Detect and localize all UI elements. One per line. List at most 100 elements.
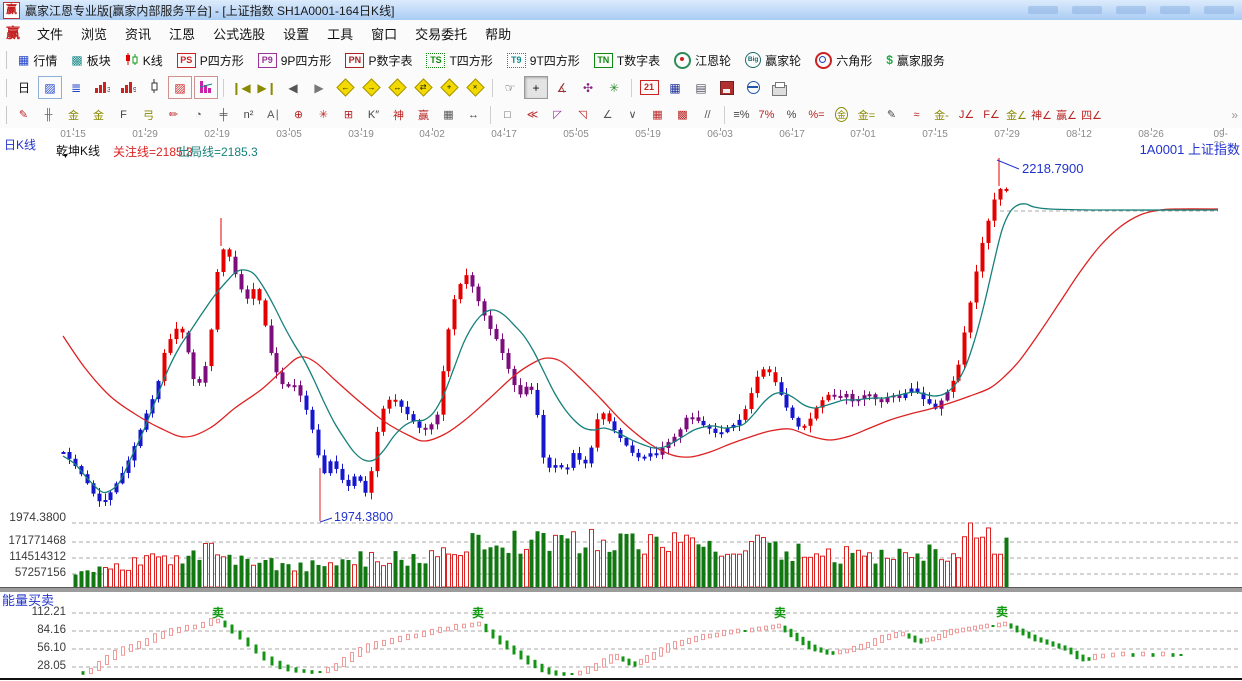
draw-tool-button[interactable]: n² bbox=[237, 103, 260, 126]
draw-tool-button[interactable]: ⊕ bbox=[287, 103, 310, 126]
toolbar-button-save[interactable] bbox=[715, 76, 739, 99]
draw-tool-button[interactable]: ✳ bbox=[312, 103, 335, 126]
toolbar-button-nav-last[interactable]: ▶❙ bbox=[255, 76, 279, 99]
toolbar-button-nav-first[interactable]: ❙◀ bbox=[229, 76, 253, 99]
draw-tool-button[interactable]: // bbox=[696, 103, 719, 126]
toolbar-button-net-update[interactable] bbox=[741, 76, 765, 99]
draw-tool-button[interactable]: 神 bbox=[387, 103, 410, 126]
draw-tool-button[interactable]: ▦ bbox=[437, 103, 460, 126]
draw-tool-button[interactable]: 赢 bbox=[412, 103, 435, 126]
draw-tool-button[interactable]: ∨ bbox=[621, 103, 644, 126]
draw-tool-button[interactable]: ▦ bbox=[646, 103, 669, 126]
toolbar-button-qiankun-toggle[interactable]: ▨ bbox=[168, 76, 192, 99]
draw-tool-button[interactable]: ✎ bbox=[880, 103, 903, 126]
draw-tool-button[interactable]: ≪ bbox=[521, 103, 544, 126]
draw-tool-button[interactable]: 弓 bbox=[137, 103, 160, 126]
menu-item-0[interactable]: 文件 bbox=[28, 21, 72, 46]
toolbar-button-zoom-left[interactable]: ← bbox=[333, 76, 357, 99]
toolbar-button-nav-prev[interactable]: ◀ bbox=[281, 76, 305, 99]
draw-tool-button[interactable]: ◔ bbox=[187, 103, 210, 126]
draw-tool-button[interactable]: ◹ bbox=[571, 103, 594, 126]
draw-tool-button[interactable]: F bbox=[112, 103, 135, 126]
draw-tool-button[interactable]: 四∠ bbox=[1080, 103, 1103, 126]
menu-item-4[interactable]: 公式选股 bbox=[204, 21, 274, 46]
toolbar-button-crosshair-tool[interactable]: + bbox=[524, 76, 548, 99]
menu-item-2[interactable]: 资讯 bbox=[116, 21, 160, 46]
toolbar-button-calendar-21[interactable]: 21 bbox=[637, 76, 661, 99]
toolbar-button-kline[interactable]: K线 bbox=[118, 50, 170, 71]
draw-tool-button[interactable]: ≡% bbox=[730, 103, 753, 126]
toolbar-button-sectors[interactable]: ▩板块 bbox=[64, 50, 117, 71]
draw-tool-button[interactable]: 神∠ bbox=[1030, 103, 1053, 126]
toolbar-button-9p-square[interactable]: P99P四方形 bbox=[251, 50, 339, 71]
titlebar-faint-button[interactable] bbox=[1204, 6, 1234, 14]
toolbar-button-volume-style[interactable] bbox=[194, 76, 218, 99]
draw-tool-button[interactable]: 7% bbox=[755, 103, 778, 126]
draw-tool-button[interactable]: ✏ bbox=[162, 103, 185, 126]
titlebar-faint-button[interactable] bbox=[1160, 6, 1190, 14]
toolbar-button-9t-square[interactable]: T99T四方形 bbox=[500, 50, 587, 71]
toolbar-button-bars-3[interactable]: 3 bbox=[90, 76, 114, 99]
draw-tool-button[interactable]: ▩ bbox=[671, 103, 694, 126]
toolbar-button-bars-9[interactable]: 9 bbox=[116, 76, 140, 99]
menu-item-5[interactable]: 设置 bbox=[274, 21, 318, 46]
draw-tool-button[interactable]: ⊞ bbox=[337, 103, 360, 126]
toolbar-button-p-number[interactable]: PNP数字表 bbox=[338, 50, 419, 71]
draw-tool-button[interactable]: ╫ bbox=[37, 103, 60, 126]
toolbar-button-zoom-out[interactable]: × bbox=[463, 76, 487, 99]
toolbar-button-calculator[interactable]: ▦ bbox=[663, 76, 687, 99]
toolbar-button-gann-wheel[interactable]: 江恩轮 bbox=[667, 50, 738, 71]
toolbar-button-p-square[interactable]: PSP四方形 bbox=[170, 50, 251, 71]
titlebar-faint-button[interactable] bbox=[1072, 6, 1102, 14]
draw-tool-button[interactable]: ∠ bbox=[596, 103, 619, 126]
toolbar-button-period-day-dropdown[interactable]: 日 bbox=[12, 76, 36, 99]
toolbar-button-candle-style-dropdown[interactable] bbox=[142, 76, 166, 99]
toolbar-button-t-number[interactable]: TNT数字表 bbox=[587, 50, 667, 71]
draw-tool-button[interactable]: ◸ bbox=[546, 103, 569, 126]
draw-tool-button[interactable]: A∣ bbox=[262, 103, 285, 126]
toolbar-button-gann-tool-green[interactable]: ✳ bbox=[602, 76, 626, 99]
draw-tool-button[interactable]: 金 bbox=[62, 103, 85, 126]
draw-tool-button[interactable]: %= bbox=[805, 103, 828, 126]
draw-tool-button[interactable]: 金- bbox=[930, 103, 953, 126]
menu-item-1[interactable]: 浏览 bbox=[72, 21, 116, 46]
draw-tool-button[interactable]: ≈ bbox=[905, 103, 928, 126]
chart-area[interactable] bbox=[0, 143, 1242, 681]
toolbar-button-hand-tool[interactable]: ☞ bbox=[498, 76, 522, 99]
draw-tool-button[interactable]: ↔ bbox=[462, 103, 485, 126]
toolbar-button-trend-chart[interactable]: ▨ bbox=[38, 76, 62, 99]
toolbar-button-f10-info[interactable]: ≣ bbox=[64, 76, 88, 99]
draw-tool-button[interactable]: □ bbox=[496, 103, 519, 126]
draw-tool-button[interactable]: 赢∠ bbox=[1055, 103, 1078, 126]
draw-tool-button[interactable]: 金∠ bbox=[1005, 103, 1028, 126]
draw-tool-button[interactable]: F∠ bbox=[980, 103, 1003, 126]
toolbar-button-zoom-in[interactable]: + bbox=[437, 76, 461, 99]
titlebar-faint-button[interactable] bbox=[1028, 6, 1058, 14]
toolbar-button-print[interactable] bbox=[767, 76, 791, 99]
menu-item-7[interactable]: 窗口 bbox=[362, 21, 406, 46]
draw-tool-button[interactable]: ✎ bbox=[12, 103, 35, 126]
toolbar-button-t-square[interactable]: TST四方形 bbox=[419, 50, 499, 71]
menu-item-3[interactable]: 江恩 bbox=[160, 21, 204, 46]
toolbar-button-zoom-right[interactable]: → bbox=[359, 76, 383, 99]
toolbar-button-quotes[interactable]: ▦行情 bbox=[11, 50, 64, 71]
toolbar-button-angle-tool[interactable]: ∡ bbox=[550, 76, 574, 99]
toolbar-button-winner-wheel[interactable]: Big赢家轮 bbox=[738, 50, 808, 71]
draw-tool-button[interactable]: ╪ bbox=[212, 103, 235, 126]
toolbar-button-gann-tool-purple[interactable]: ✣ bbox=[576, 76, 600, 99]
toolbar-button-winner-service[interactable]: $赢家服务 bbox=[879, 50, 952, 71]
toolbar-overflow-icon[interactable]: » bbox=[1231, 108, 1238, 122]
draw-tool-button[interactable]: 金= bbox=[855, 103, 878, 126]
toolbar-button-zoom-horizontal[interactable]: ↔ bbox=[385, 76, 409, 99]
draw-tool-button[interactable]: 金 bbox=[87, 103, 110, 126]
draw-tool-button[interactable]: 金 bbox=[830, 103, 853, 126]
titlebar-faint-button[interactable] bbox=[1116, 6, 1146, 14]
menu-item-8[interactable]: 交易委托 bbox=[406, 21, 476, 46]
draw-tool-button[interactable]: % bbox=[780, 103, 803, 126]
toolbar-button-zoom-swap[interactable]: ⇄ bbox=[411, 76, 435, 99]
toolbar-button-memo[interactable]: ▤ bbox=[689, 76, 713, 99]
draw-tool-button[interactable]: K″ bbox=[362, 103, 385, 126]
toolbar-button-hexagon[interactable]: 六角形 bbox=[808, 50, 879, 71]
draw-tool-button[interactable]: J∠ bbox=[955, 103, 978, 126]
toolbar-button-nav-next[interactable]: ▶ bbox=[307, 76, 331, 99]
